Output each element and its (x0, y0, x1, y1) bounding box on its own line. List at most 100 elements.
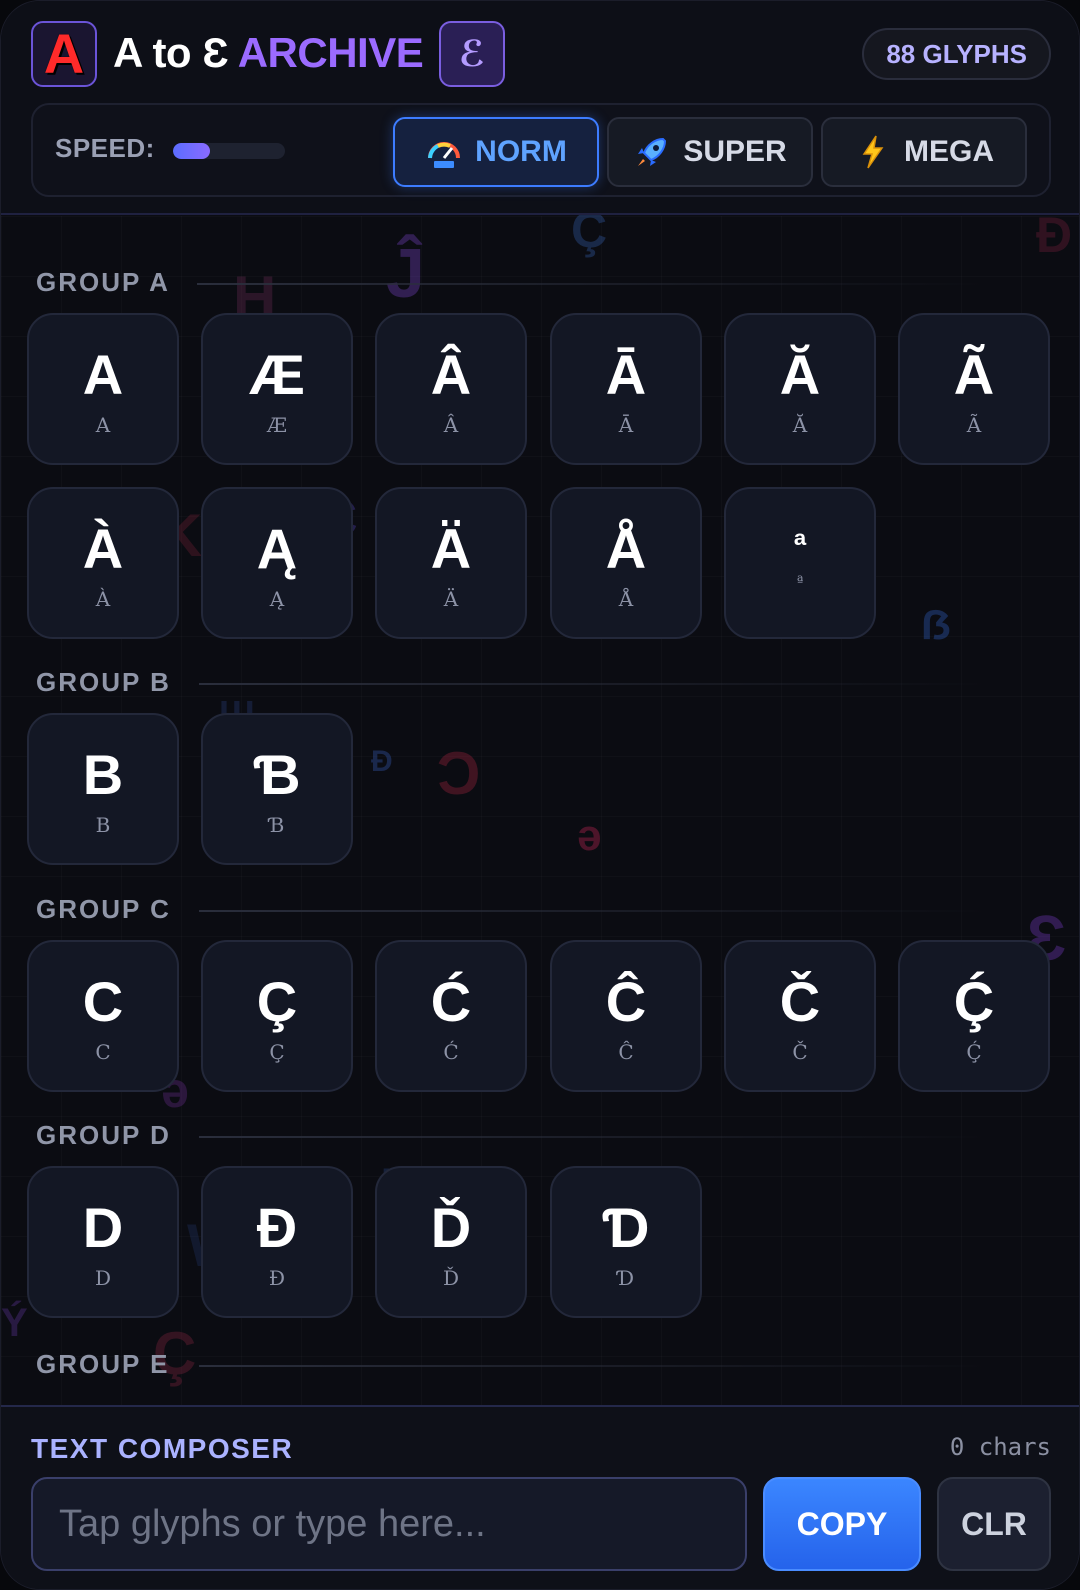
group-divider (199, 1136, 989, 1138)
glyph-tile[interactable]: DD (27, 1166, 179, 1318)
mode-button-mega[interactable]: MEGA (821, 117, 1027, 187)
app-logo: A (31, 21, 97, 87)
glyph-preview: Đ (268, 1266, 286, 1290)
glyph-char: Ɓ (253, 743, 301, 806)
glyph-count-badge: 88 GLYPHS (862, 28, 1051, 80)
glyph-tile[interactable]: BB (27, 713, 179, 865)
group-divider (199, 683, 989, 685)
glyph-tile[interactable]: ĈĈ (550, 940, 702, 1092)
glyph-tile[interactable]: ÆÆ (201, 313, 353, 465)
glyph-preview: Æ (266, 413, 288, 437)
glyph-preview: Ɗ (617, 1266, 635, 1290)
title-main: A to Ɛ (113, 29, 229, 76)
glyph-char: Ä (430, 517, 472, 580)
glyph-preview: Ā (618, 413, 634, 437)
glyph-preview: Ă (792, 413, 808, 437)
title-accent: ARCHIVE (237, 29, 424, 76)
glyph-char: Ď (430, 1196, 472, 1259)
group-divider (199, 1365, 989, 1367)
copy-button[interactable]: COPY (763, 1477, 921, 1571)
glyph-char: Ḉ (953, 970, 995, 1033)
composer-title: TEXT COMPOSER (31, 1433, 294, 1464)
glyph-tile[interactable]: ĎĎ (375, 1166, 527, 1318)
glyph-char: À (82, 517, 124, 580)
glyph-preview: Ç (269, 1040, 285, 1064)
glyph-char: Ã (953, 343, 995, 406)
glyph-preview: D (94, 1266, 112, 1290)
glyph-char: C (82, 970, 124, 1033)
badge-glyph: ℰ (458, 33, 486, 74)
glyph-tile[interactable]: ḈḈ (898, 940, 1050, 1092)
rocket-icon (633, 133, 671, 171)
mode-button-norm[interactable]: NORM (393, 117, 599, 187)
glyph-tile[interactable]: ĆĆ (375, 940, 527, 1092)
glyph-tile[interactable]: ÅÅ (550, 487, 702, 639)
glyph-char: Č (779, 970, 821, 1033)
glyph-tile[interactable]: ªª (724, 487, 876, 639)
glyph-tile[interactable]: ĀĀ (550, 313, 702, 465)
group-label: GROUP D (36, 1120, 171, 1150)
glyph-char: Ç (256, 970, 298, 1033)
glyph-char: B (82, 743, 124, 806)
glyph-tile[interactable]: ÇÇ (201, 940, 353, 1092)
glyph-char: Ɗ (602, 1196, 650, 1259)
glyph-tile[interactable]: ĐĐ (201, 1166, 353, 1318)
glyph-preview: C (95, 1040, 111, 1064)
speed-meter (173, 143, 285, 159)
glyph-char: Ą (256, 517, 298, 580)
glyph-char: ª (793, 527, 807, 565)
group-label: GROUP C (36, 894, 171, 924)
text-composer: TEXT COMPOSER 0 chars COPY CLR (1, 1405, 1079, 1589)
glyph-badge-button[interactable]: ℰ (439, 21, 505, 87)
glyph-tile[interactable]: AA (27, 313, 179, 465)
glyph-tile[interactable]: ČČ (724, 940, 876, 1092)
glyph-tile[interactable]: ÂÂ (375, 313, 527, 465)
glyph-char: Æ (249, 343, 305, 406)
page-title: A to Ɛ ARCHIVE (113, 29, 424, 77)
glyph-char: Å (605, 517, 647, 580)
mode-label: SUPER (683, 135, 787, 168)
glyph-preview: Ɓ (269, 813, 285, 837)
glyph-preview: Å (618, 587, 634, 611)
glyph-tile[interactable]: ÄÄ (375, 487, 527, 639)
group-label: GROUP E (36, 1349, 170, 1379)
glyph-groups: GROUP A A A Æ Æ Â Â Ā Ā Ă Ă Ã Ã À À Ą Ą Ä Ä Å Åª ª GROUP BBBƁƁ… (1, 215, 1079, 1405)
lightning-icon (854, 133, 892, 171)
mode-button-super[interactable]: SUPER (607, 117, 813, 187)
speed-panel: SPEED: NORM SUPER MEGA (31, 103, 1051, 197)
glyph-preview: Ą (269, 587, 285, 611)
glyph-preview: Ã (966, 413, 982, 437)
glyph-count-text: 88 GLYPHS (886, 38, 1027, 69)
group-divider (197, 283, 987, 285)
glyph-tile[interactable]: ĄĄ (201, 487, 353, 639)
composer-input[interactable] (31, 1477, 747, 1571)
glyph-preview: Ĉ (618, 1040, 634, 1064)
glyph-char: Ă (779, 343, 821, 406)
glyph-preview: B (95, 813, 111, 837)
mode-label: MEGA (904, 135, 994, 168)
logo-letter: A (43, 22, 85, 85)
glyph-char: A (82, 343, 124, 406)
group-divider (199, 910, 989, 912)
glyph-preview: Ä (443, 587, 459, 611)
glyph-tile[interactable]: ÀÀ (27, 487, 179, 639)
clear-button[interactable]: CLR (937, 1477, 1051, 1571)
glyph-tile[interactable]: ĂĂ (724, 313, 876, 465)
glyph-tile[interactable]: ƁƁ (201, 713, 353, 865)
glyph-tile[interactable]: ÃÃ (898, 313, 1050, 465)
glyph-tile[interactable]: ƊƊ (550, 1166, 702, 1318)
speed-label: SPEED: (55, 133, 155, 163)
glyph-char: Ć (430, 970, 472, 1033)
glyph-preview: Č (792, 1040, 808, 1064)
speed-meter-fill (173, 143, 210, 159)
mode-label: NORM (475, 135, 567, 168)
header: A A to Ɛ ARCHIVE ℰ 88 GLYPHS SPEED: NORM… (1, 1, 1079, 215)
glyph-preview: Ć (443, 1040, 459, 1064)
glyph-tile[interactable]: CC (27, 940, 179, 1092)
glyph-preview: Â (443, 413, 459, 437)
char-count: 0 chars (949, 1433, 1051, 1461)
glyph-preview: A (95, 413, 111, 437)
speedometer-icon (425, 133, 463, 171)
glyph-preview: ª (796, 574, 804, 590)
glyph-preview: À (95, 587, 111, 611)
